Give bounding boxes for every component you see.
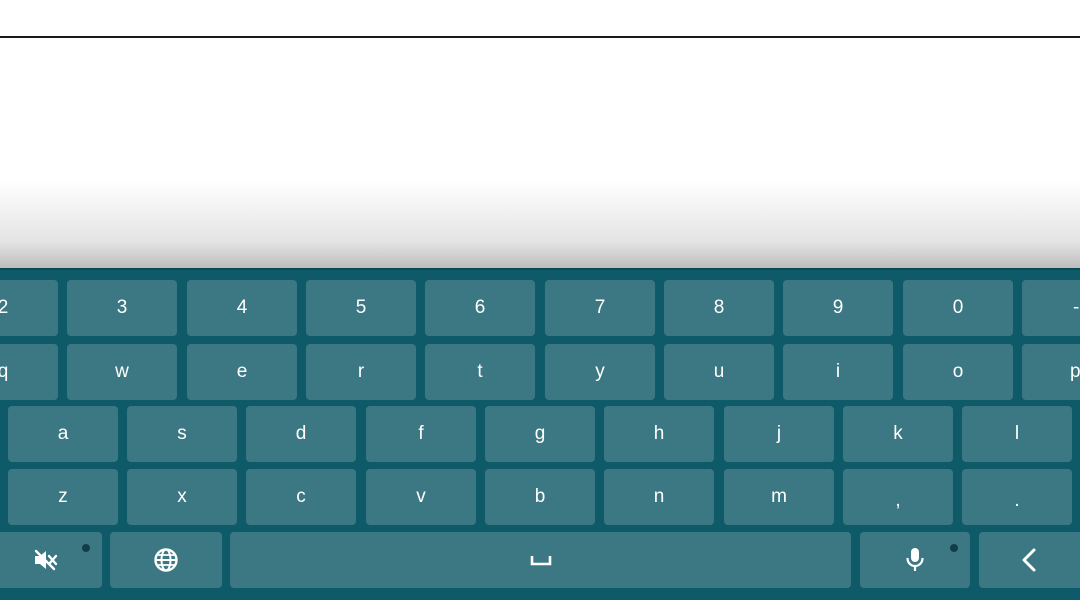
key-0[interactable]: 0 [903,280,1013,336]
key-label: g [534,423,546,444]
key-f[interactable]: f [366,406,476,462]
key-minus[interactable]: - [1022,280,1080,336]
key-label: 7 [594,297,606,318]
key-label: 4 [236,297,248,318]
key-label: q [0,361,9,382]
key-label: r [357,361,365,382]
key-t[interactable]: t [425,344,535,400]
key-y[interactable]: y [545,344,655,400]
key-label: v [416,486,426,507]
key-label: b [534,486,546,507]
key-label: s [177,423,187,444]
language-key[interactable] [110,532,222,588]
key-e[interactable]: e [187,344,297,400]
indicator-dot [82,544,90,552]
key-7[interactable]: 7 [545,280,655,336]
key-label: 6 [474,297,486,318]
key-label: i [835,361,841,382]
key-label: c [296,486,306,507]
keyboard-shadow [0,180,1080,268]
key-d[interactable]: d [246,406,356,462]
key-label: x [177,486,187,507]
key-r[interactable]: r [306,344,416,400]
key-u[interactable]: u [664,344,774,400]
key-label: p [1070,361,1080,382]
key-k[interactable]: k [843,406,953,462]
key-j[interactable]: j [724,406,834,462]
key-comma[interactable]: , [843,469,953,525]
key-x[interactable]: x [127,469,237,525]
key-s[interactable]: s [127,406,237,462]
voice-input-key[interactable] [860,532,970,588]
key-8[interactable]: 8 [664,280,774,336]
key-i[interactable]: i [783,344,893,400]
key-9[interactable]: 9 [783,280,893,336]
key-label: u [713,361,725,382]
key-n[interactable]: n [604,469,714,525]
key-label: 5 [355,297,367,318]
screen: 2 3 4 5 6 7 8 9 0 - q w e r t y u i o p … [0,0,1080,600]
key-6[interactable]: 6 [425,280,535,336]
key-period[interactable]: . [962,469,1072,525]
key-h[interactable]: h [604,406,714,462]
globe-icon [153,547,179,573]
key-label: a [57,423,69,444]
key-label: - [1073,297,1080,318]
space-icon [530,554,552,566]
key-label: 2 [0,297,9,318]
key-label: k [893,423,903,444]
key-label: m [771,486,787,507]
key-label: , [895,490,901,511]
key-p[interactable]: p [1022,344,1080,400]
key-label: 8 [713,297,725,318]
key-z[interactable]: z [8,469,118,525]
key-v[interactable]: v [366,469,476,525]
key-label: z [58,486,68,507]
key-label: l [1014,423,1020,444]
key-m[interactable]: m [724,469,834,525]
key-label: 3 [116,297,128,318]
key-g[interactable]: g [485,406,595,462]
key-label: j [776,423,782,444]
key-label: y [595,361,605,382]
key-2[interactable]: 2 [0,280,58,336]
key-label: . [1014,490,1020,511]
microphone-icon [905,547,925,573]
key-5[interactable]: 5 [306,280,416,336]
key-label: o [952,361,964,382]
key-b[interactable]: b [485,469,595,525]
chevron-left-icon [1019,547,1039,573]
key-label: h [653,423,665,444]
key-4[interactable]: 4 [187,280,297,336]
key-label: f [418,423,424,444]
text-field-underline [0,36,1080,38]
key-label: d [295,423,307,444]
space-key[interactable] [230,532,851,588]
indicator-dot [950,544,958,552]
key-o[interactable]: o [903,344,1013,400]
key-label: 0 [952,297,964,318]
key-label: e [236,361,248,382]
key-l[interactable]: l [962,406,1072,462]
key-label: t [477,361,483,382]
sound-toggle-key[interactable] [0,532,102,588]
on-screen-keyboard: 2 3 4 5 6 7 8 9 0 - q w e r t y u i o p … [0,268,1080,600]
key-label: 9 [832,297,844,318]
key-label: n [653,486,665,507]
key-w[interactable]: w [67,344,177,400]
sound-off-icon [33,549,59,571]
backspace-key[interactable] [979,532,1080,588]
key-a[interactable]: a [8,406,118,462]
key-q[interactable]: q [0,344,58,400]
key-3[interactable]: 3 [67,280,177,336]
key-label: w [115,361,129,382]
key-c[interactable]: c [246,469,356,525]
